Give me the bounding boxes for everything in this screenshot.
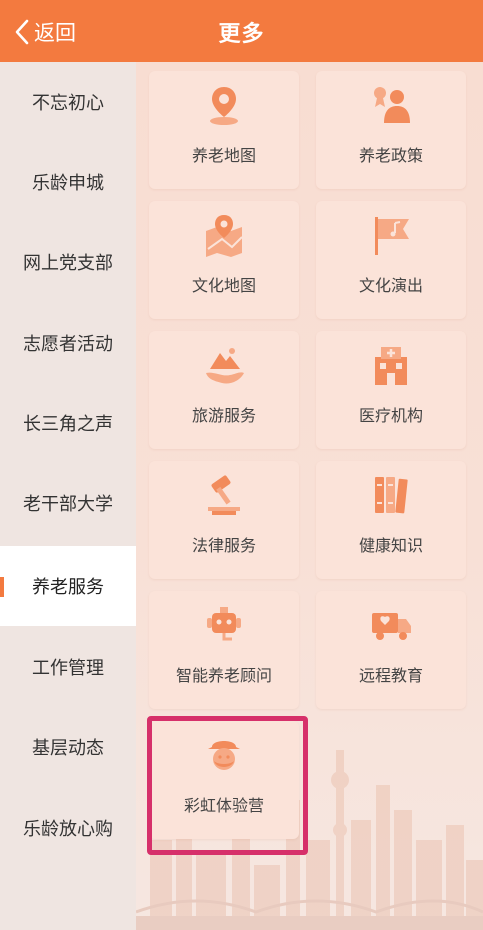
sidebar-item-label: 志愿者活动 [23,334,113,355]
sidebar-item-label: 乐龄申城 [32,173,104,194]
top-bar: 返回 更多 [0,0,483,62]
tile-养老政策[interactable]: 养老政策 [316,71,466,189]
tile-label: 文化地图 [191,276,256,295]
sidebar-item-label: 长三角之声 [23,414,113,435]
sidebar-item-不忘初心[interactable]: 不忘初心 [0,62,136,142]
sidebar-item-工作管理[interactable]: 工作管理 [0,627,136,707]
tile-label: 健康知识 [358,536,423,555]
tile-智能养老顾问[interactable]: 智能养老顾问 [149,591,299,709]
sidebar-item-乐龄放心购[interactable]: 乐龄放心购 [0,788,136,868]
map-pin-icon [210,87,238,125]
page-title: 更多 [218,22,265,47]
tile-医疗机构[interactable]: 医疗机构 [316,331,466,449]
tile-养老地图[interactable]: 养老地图 [149,71,299,189]
sidebar-item-label: 网上党支部 [23,253,113,274]
sidebar-item-label: 乐龄放心购 [23,819,113,840]
tile-彩虹体验营[interactable]: 彩虹体验营 [149,721,299,839]
tile-健康知识[interactable]: 健康知识 [316,461,466,579]
category-sidebar: 不忘初心 乐龄申城 网上党支部 志愿者活动 长三角之声 老干部大学 养老服务 工… [0,62,136,930]
sidebar-item-label: 工作管理 [32,658,104,679]
tile-label: 文化演出 [358,276,423,295]
sidebar-item-长三角之声[interactable]: 长三角之声 [0,383,136,463]
tile-label: 智能养老顾问 [175,666,272,685]
tile-旅游服务[interactable]: 旅游服务 [149,331,299,449]
tile-label: 法律服务 [191,536,256,555]
tile-label: 旅游服务 [191,406,256,425]
service-grid: 养老地图 养老政策 文化地图 文化演出 旅游服务 医疗机构 法律服务 健康知识 … [136,62,483,930]
robot-icon [207,607,241,641]
person-hat-icon [208,741,240,770]
mountain-hand-icon [206,348,244,384]
tile-label: 医疗机构 [358,406,423,425]
delivery-truck-icon [372,613,411,640]
tile-label: 养老地图 [191,146,256,165]
sidebar-item-label: 不忘初心 [32,93,104,114]
award-person-icon [374,87,410,123]
tile-远程教育[interactable]: 远程教育 [316,591,466,709]
books-icon [375,477,408,514]
sidebar-item-乐龄申城[interactable]: 乐龄申城 [0,142,136,222]
sidebar-item-基层动态[interactable]: 基层动态 [0,707,136,787]
tile-label: 彩虹体验营 [183,796,264,815]
sidebar-item-label: 养老服务 [32,577,104,598]
gavel-icon [208,475,240,515]
music-flag-icon [375,217,409,255]
sidebar-item-老干部大学[interactable]: 老干部大学 [0,463,136,543]
sidebar-item-志愿者活动[interactable]: 志愿者活动 [0,303,136,383]
sidebar-item-养老服务[interactable]: 养老服务 [0,546,136,626]
hospital-icon [375,347,407,385]
tile-法律服务[interactable]: 法律服务 [149,461,299,579]
sidebar-item-label: 老干部大学 [23,494,113,515]
tile-label: 远程教育 [358,666,423,685]
sidebar-item-网上党支部[interactable]: 网上党支部 [0,222,136,302]
folded-map-icon [206,215,243,257]
tile-文化地图[interactable]: 文化地图 [149,201,299,319]
tile-label: 养老政策 [358,146,423,165]
sidebar-item-label: 基层动态 [32,738,104,759]
tile-文化演出[interactable]: 文化演出 [316,201,466,319]
